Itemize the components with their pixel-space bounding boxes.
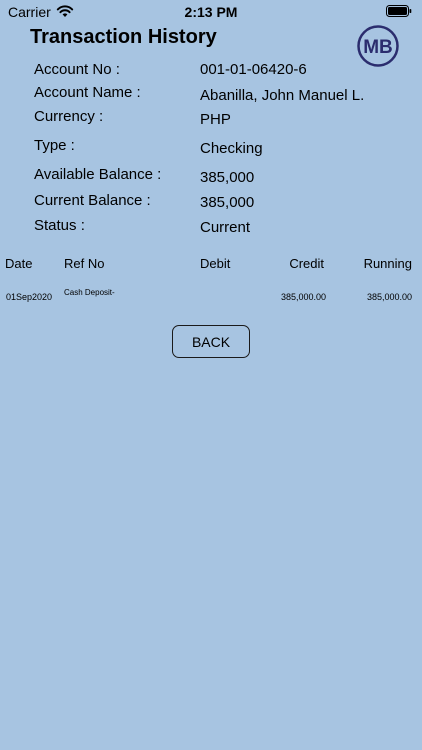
available-balance-row: Available Balance : 385,000 [34,166,414,186]
account-name-value: Abanilla, John Manuel L. [200,87,365,104]
logo-text: MB [363,37,393,58]
current-balance-label: Current Balance : [34,192,151,209]
status-label: Status : [34,217,85,234]
type-label: Type : [34,137,75,154]
row-credit: 385,000.00 [280,292,326,302]
currency-label: Currency : [34,108,104,125]
row-ref-no: Cash Deposit- [64,288,115,297]
column-header-credit: Credit [289,256,324,271]
row-date: 01Sep2020 [6,292,53,302]
page-title: Transaction History [30,26,217,48]
status-bar: Carrier 2:13 PM [0,0,422,24]
table-row: 01Sep2020 Cash Deposit- 385,000.00 385,0… [0,288,422,302]
currency-value: PHP [200,111,231,128]
account-number-row: Account No : 001-01-06420-6 [34,61,414,81]
battery-icon [386,5,412,17]
account-number-label: Account No : [34,61,120,78]
account-name-row: Account Name : Abanilla, John Manuel L. [34,84,414,104]
back-button[interactable]: BACK [172,325,250,358]
transaction-table-header: Date Ref No Debit Credit Running [0,256,422,272]
current-balance-value: 385,000 [200,194,255,211]
type-value: Checking [200,140,263,157]
status-value: Current [200,219,251,236]
column-header-date: Date [5,256,33,271]
account-name-label: Account Name : [34,84,141,101]
available-balance-label: Available Balance : [34,166,162,183]
column-header-running: Running [363,256,412,271]
column-header-debit: Debit [200,256,231,271]
type-row: Type : Checking [34,137,414,157]
status-row: Status : Current [34,217,414,237]
account-number-value: 001-01-06420-6 [200,61,307,78]
current-balance-row: Current Balance : 385,000 [34,192,414,212]
available-balance-value: 385,000 [200,169,255,186]
row-running: 385,000.00 [366,292,412,302]
column-header-ref-no: Ref No [64,256,105,271]
status-time: 2:13 PM [184,4,238,20]
currency-row: Currency : PHP [34,108,414,128]
